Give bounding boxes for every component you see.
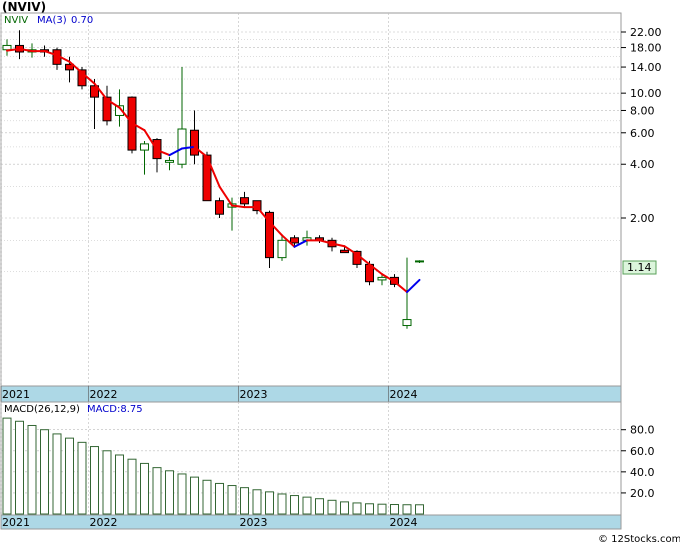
macd-bar	[277, 493, 287, 515]
macd-bar	[152, 467, 162, 515]
macd-bar	[302, 496, 312, 515]
candle-body	[340, 249, 349, 254]
candle-body	[215, 200, 224, 215]
macd-bar	[15, 420, 24, 515]
macd-bar	[52, 433, 62, 515]
macd-legend-value: MACD:8.75	[87, 404, 143, 415]
price-tick-label: 22.00	[630, 26, 662, 39]
price-tick-label: 2.00	[630, 212, 655, 225]
macd-tick-label: 80.0	[630, 424, 655, 437]
candle-body	[377, 276, 387, 281]
candle-body	[177, 128, 187, 165]
chart-title: (NVIV)	[2, 0, 46, 14]
macd-x-label: 2021	[2, 516, 30, 529]
macd-bar	[227, 485, 237, 515]
candle-body	[165, 159, 174, 163]
macd-bar	[377, 503, 387, 515]
candle-body	[2, 44, 12, 51]
price-tick-label: 10.00	[630, 87, 662, 100]
macd-bar	[240, 487, 249, 515]
macd-bar	[340, 501, 349, 515]
price-x-label: 2021	[2, 388, 30, 401]
macd-bar	[202, 479, 212, 515]
macd-bar	[265, 491, 274, 515]
macd-bar	[365, 503, 374, 515]
macd-bar	[77, 441, 87, 515]
macd-x-label: 2024	[390, 516, 418, 529]
candle-body	[277, 239, 287, 259]
macd-bar	[2, 417, 12, 515]
price-tick-label: 8.00	[630, 104, 655, 117]
macd-bar	[215, 482, 224, 515]
macd-bar	[140, 462, 149, 515]
macd-bar	[102, 450, 112, 515]
macd-x-label: 2023	[240, 516, 268, 529]
macd-bar	[90, 446, 99, 515]
macd-bar	[327, 499, 337, 515]
legend-ma-value: 0.70	[71, 15, 93, 26]
price-y-axis: 22.00 18.00 14.00 10.00 8.00 6.00 4.00 2.00	[621, 26, 662, 225]
legend-ma-label: MA(3)	[37, 15, 67, 26]
price-tick-label: 4.00	[630, 158, 655, 171]
macd-bar	[127, 458, 137, 515]
macd-bar	[165, 470, 174, 515]
candle-body	[190, 129, 199, 156]
macd-bar	[415, 504, 424, 515]
candle-body	[140, 143, 149, 151]
macd-bar	[390, 504, 399, 515]
candle-body	[240, 197, 249, 205]
candle-body	[415, 260, 424, 263]
macd-bar	[177, 473, 187, 515]
price-tick-label: 6.00	[630, 127, 655, 140]
price-x-label: 2024	[390, 388, 418, 401]
macd-bar	[290, 495, 299, 515]
macd-x-label: 2022	[90, 516, 118, 529]
candle-body	[402, 319, 412, 327]
macd-bar	[65, 437, 74, 515]
price-tick-label: 14.00	[630, 61, 662, 74]
macd-y-axis: 80.0 60.0 40.0 20.0	[621, 424, 655, 500]
candle-body	[290, 237, 299, 244]
macd-tick-label: 60.0	[630, 445, 655, 458]
macd-bar	[252, 489, 262, 515]
macd-tick-label: 20.0	[630, 487, 655, 500]
macd-bar	[352, 502, 362, 515]
last-price-label: 1.14	[627, 261, 652, 274]
legend-symbol: NVIV	[4, 15, 28, 26]
stock-chart: 22.00 18.00 14.00 10.00 8.00 6.00 4.00 2.00 (NV…	[0, 0, 680, 545]
macd-bar	[315, 498, 324, 515]
footer-credit: © 12Stocks.com	[598, 534, 680, 545]
price-x-label: 2023	[240, 388, 268, 401]
macd-legend-label: MACD(26,12,9)	[4, 404, 80, 415]
price-x-label: 2022	[90, 388, 118, 401]
macd-bar	[402, 504, 412, 515]
price-panel	[0, 12, 622, 387]
macd-bar	[115, 454, 124, 515]
macd-bar	[40, 429, 49, 515]
macd-tick-label: 40.0	[630, 466, 655, 479]
price-tick-label: 18.00	[630, 42, 662, 55]
macd-bar	[190, 476, 199, 515]
macd-bar	[27, 424, 37, 515]
